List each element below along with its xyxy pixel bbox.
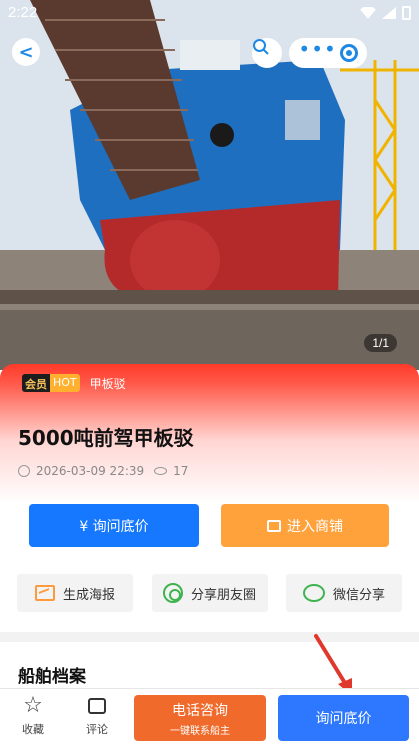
wechat-label: 微信分享 xyxy=(332,587,385,603)
star-icon: ☆ xyxy=(23,693,43,718)
tag-row: 会员 HOT 甲板驳 xyxy=(22,374,126,392)
comment-icon xyxy=(88,698,106,714)
moments-label: 分享朋友圈 xyxy=(190,587,256,603)
status-time: 2:22 xyxy=(8,4,38,21)
publish-date: 2026-03-09 22:39 xyxy=(36,464,145,478)
listing-meta: 2026-03-09 22:39 17 xyxy=(18,464,188,478)
comment-button[interactable]: 评论 xyxy=(72,695,122,737)
wechat-share-button[interactable]: 微信分享 xyxy=(286,574,402,612)
listing-info-card: 会员 HOT 甲板驳 5000吨前驾甲板驳 2026-03-09 22:39 1… xyxy=(0,364,419,504)
chevron-left-icon: < xyxy=(18,41,34,63)
badge-group: 会员 HOT xyxy=(22,374,80,392)
comment-label: 评论 xyxy=(86,723,108,736)
poster-label: 生成海报 xyxy=(62,587,115,603)
vip-badge: 会员 xyxy=(22,374,50,392)
ask-price-button[interactable]: ¥ 询问底价 xyxy=(29,504,199,547)
image-icon xyxy=(34,585,55,601)
battery-icon xyxy=(402,6,411,20)
listing-title: 5000吨前驾甲板驳 xyxy=(18,426,194,450)
hot-badge: HOT xyxy=(50,374,80,392)
bottom-ask-price-button[interactable]: 询问底价 xyxy=(278,695,409,741)
ship-photo[interactable]: 2:22 < ••• 1/1 xyxy=(0,0,419,370)
enter-shop-button[interactable]: 进入商铺 xyxy=(221,504,389,547)
ask-price-label: ¥ 询问底价 xyxy=(79,518,149,535)
eye-icon xyxy=(154,467,168,475)
back-button[interactable]: < xyxy=(12,38,40,66)
search-icon xyxy=(253,39,269,55)
shop-icon xyxy=(267,519,281,532)
wifi-icon xyxy=(360,7,376,19)
close-miniprogram-icon[interactable] xyxy=(339,44,358,62)
collect-label: 收藏 xyxy=(22,723,44,736)
image-counter: 1/1 xyxy=(364,334,397,352)
bottom-ask-price-label: 询问底价 xyxy=(315,711,372,727)
share-moments-button[interactable]: 分享朋友圈 xyxy=(151,574,268,612)
signal-icon xyxy=(382,7,396,19)
enter-shop-label: 进入商铺 xyxy=(287,518,343,535)
phone-consult-button[interactable]: 电话咨询 一键联系船主 xyxy=(134,695,266,741)
moments-icon xyxy=(162,583,183,603)
search-button[interactable] xyxy=(252,38,282,68)
generate-poster-button[interactable]: 生成海报 xyxy=(17,574,133,612)
category-label: 甲板驳 xyxy=(89,376,126,391)
collect-button[interactable]: ☆ 收藏 xyxy=(8,695,58,737)
miniprogram-capsule: ••• xyxy=(289,38,367,68)
call-main-label: 电话咨询 xyxy=(172,703,228,719)
wechat-icon xyxy=(302,584,325,602)
more-icon[interactable]: ••• xyxy=(298,39,336,59)
clock-icon xyxy=(18,465,30,477)
bottom-action-bar: ☆ 收藏 评论 电话咨询 一键联系船主 询问底价 xyxy=(0,688,419,746)
status-icons xyxy=(360,6,411,20)
ship-profile-heading: 船舶档案 xyxy=(18,667,86,687)
share-row: 生成海报 分享朋友圈 微信分享 xyxy=(17,574,402,612)
ship-detail-page: 2:22 < ••• 1/1 会员 HOT 甲板驳 5000吨前驾甲板驳 202… xyxy=(0,0,419,746)
call-sub-label: 一键联系船主 xyxy=(170,726,230,737)
view-count: 17 xyxy=(173,464,189,478)
